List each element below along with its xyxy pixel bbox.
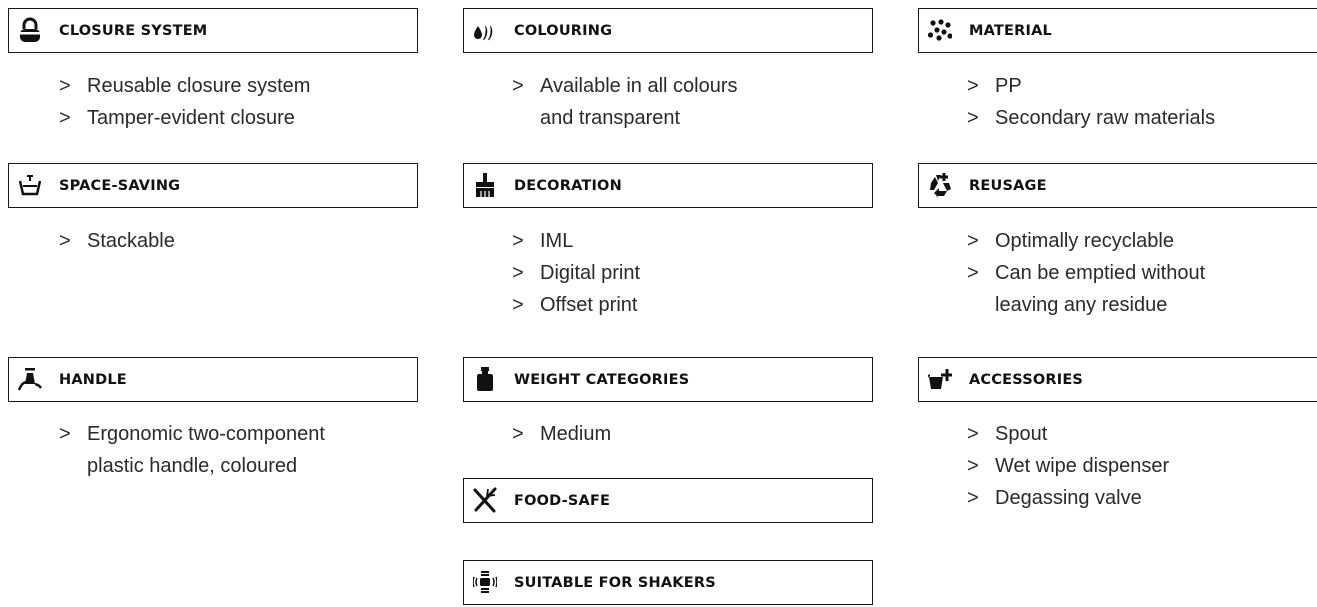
section-header-suitable-for-shakers: SUITABLE FOR SHAKERS: [463, 560, 873, 605]
list-item: Available in all colours: [512, 70, 738, 102]
section-header-closure-system: CLOSURE SYSTEM: [8, 8, 418, 53]
section-header-food-safe: FOOD-SAFE: [463, 478, 873, 523]
section-header-handle: HANDLE: [8, 357, 418, 402]
padlock-icon: [20, 17, 40, 42]
cutlery-icon: [473, 487, 497, 513]
list-item: Reusable closure system: [59, 70, 310, 102]
list-item: Stackable: [59, 225, 175, 257]
section-header-material: MATERIAL: [918, 8, 1317, 53]
space-saving-list: Stackable: [59, 225, 175, 257]
section-title: FOOD-SAFE: [514, 493, 611, 509]
section-header-decoration: DECORATION: [463, 163, 873, 208]
section-title: WEIGHT CATEGORIES: [514, 372, 690, 388]
section-title: CLOSURE SYSTEM: [59, 23, 208, 39]
list-item: Spout: [967, 418, 1169, 450]
section-title: COLOURING: [514, 23, 613, 39]
bucket-plus-icon: [928, 369, 952, 389]
list-item: Tamper-evident closure: [59, 102, 310, 134]
closure-system-list: Reusable closure system Tamper-evident c…: [59, 70, 310, 134]
accessories-list: Spout Wet wipe dispenser Degassing valve: [967, 418, 1169, 514]
section-title: SPACE-SAVING: [59, 178, 181, 194]
section-title: HANDLE: [59, 372, 127, 388]
section-header-weight-categories: WEIGHT CATEGORIES: [463, 357, 873, 402]
weight-icon: [477, 367, 493, 391]
list-item: Medium: [512, 418, 611, 450]
list-item: Wet wipe dispenser: [967, 450, 1169, 482]
section-header-accessories: ACCESSORIES: [918, 357, 1317, 402]
reusage-list: Optimally recyclable Can be emptied with…: [967, 225, 1205, 321]
section-title: MATERIAL: [969, 23, 1052, 39]
list-item: Digital print: [512, 257, 640, 289]
list-item: leaving any residue: [995, 294, 1168, 316]
colouring-list: Available in all colours and transparent: [512, 70, 738, 134]
brush-icon: [476, 173, 494, 197]
section-header-colouring: COLOURING: [463, 8, 873, 53]
list-item: Optimally recyclable: [967, 225, 1205, 257]
vibration-icon: [473, 571, 497, 593]
section-title: REUSAGE: [969, 178, 1047, 194]
decoration-list: IML Digital print Offset print: [512, 225, 640, 321]
section-header-space-saving: SPACE-SAVING: [8, 163, 418, 208]
section-header-reusage: REUSAGE: [918, 163, 1317, 208]
section-title: ACCESSORIES: [969, 372, 1084, 388]
drops-icon: [474, 25, 493, 41]
list-item: Degassing valve: [967, 482, 1169, 514]
list-item: plastic handle, coloured: [87, 455, 298, 477]
section-title: DECORATION: [514, 178, 622, 194]
list-item: Offset print: [512, 289, 640, 321]
recycle-icon: [930, 173, 951, 198]
list-item: and transparent: [540, 107, 681, 129]
hand-carry-icon: [18, 368, 42, 391]
material-list: PP Secondary raw materials: [967, 70, 1215, 134]
section-title: SUITABLE FOR SHAKERS: [514, 575, 716, 591]
list-item: Can be emptied without: [967, 257, 1205, 289]
list-item: IML: [512, 225, 640, 257]
list-item: Secondary raw materials: [967, 102, 1215, 134]
handle-list: Ergonomic two-component plastic handle, …: [59, 418, 325, 482]
stack-icon: [18, 175, 42, 196]
list-item: Ergonomic two-component: [59, 418, 325, 450]
weight-categories-list: Medium: [512, 418, 611, 450]
granules-icon: [928, 19, 952, 41]
list-item: PP: [967, 70, 1215, 102]
